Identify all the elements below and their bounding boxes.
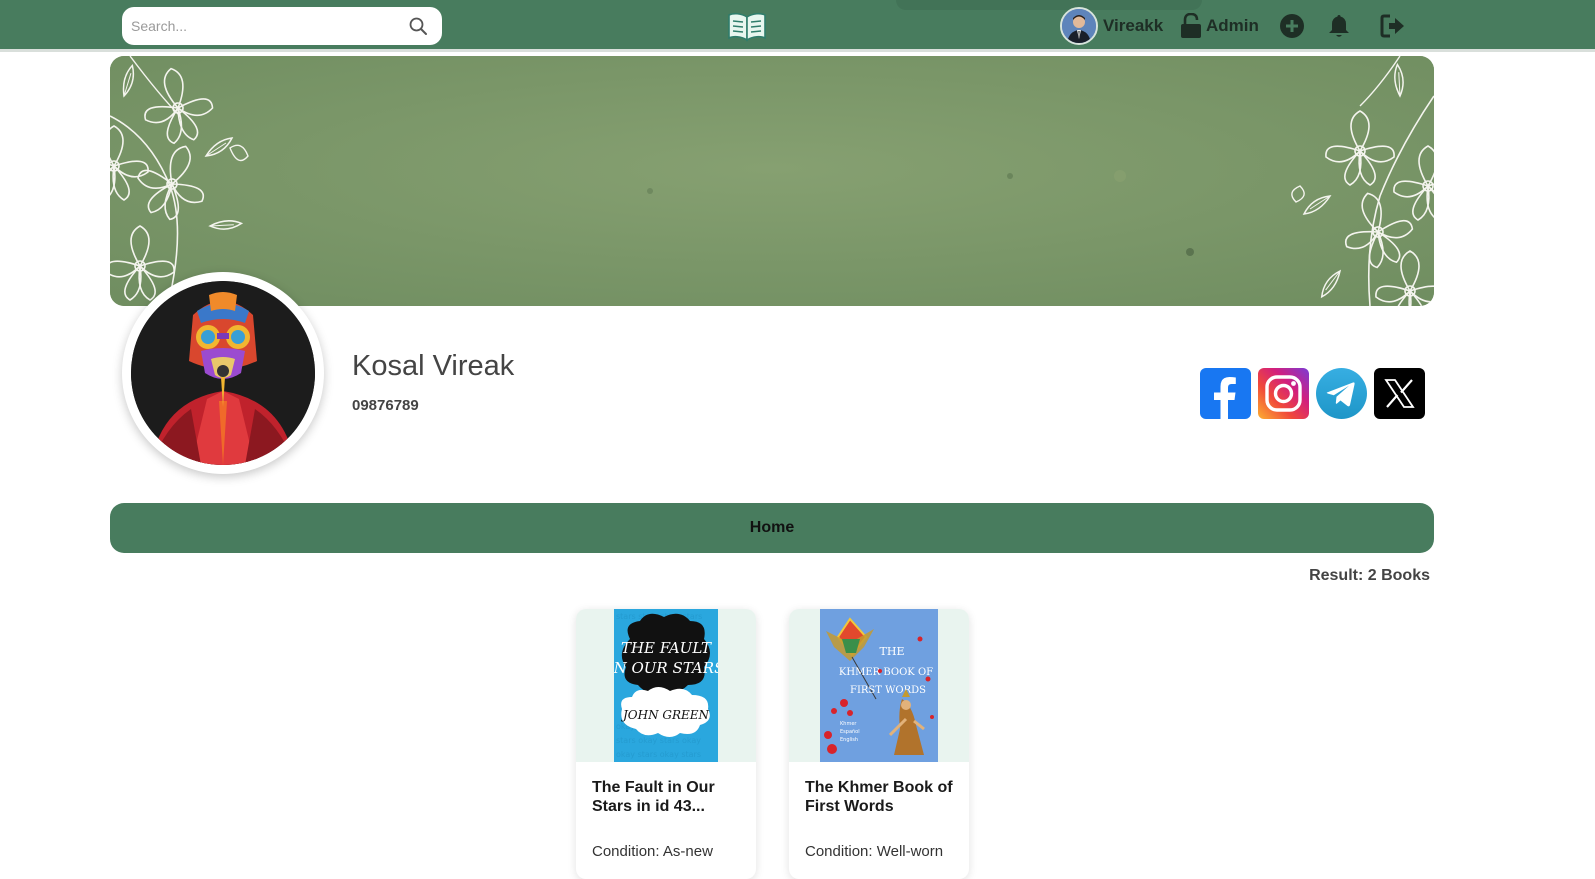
svg-text:okay stars okay stars: okay stars okay stars <box>616 750 701 759</box>
logout-icon[interactable] <box>1380 13 1406 39</box>
svg-text:THE: THE <box>880 645 905 658</box>
book-cover-frame: stars stars stars stars okay okay okay o… <box>576 609 756 762</box>
x-icon[interactable] <box>1374 368 1425 419</box>
book-cover-frame: THE KHMER BOOK OF FIRST WORDS Khmer Espa… <box>789 609 969 762</box>
lock-icon <box>1181 13 1201 38</box>
svg-text:Español: Español <box>840 729 860 735</box>
user-avatar[interactable] <box>1060 7 1098 45</box>
bell-icon[interactable] <box>1326 13 1352 39</box>
book-card[interactable]: THE KHMER BOOK OF FIRST WORDS Khmer Espa… <box>789 609 969 879</box>
svg-text:KHMER BOOK OF: KHMER BOOK OF <box>839 667 933 678</box>
top-navbar: Vireakk Admin <box>0 0 1595 52</box>
admin-link[interactable]: Admin <box>1180 12 1259 40</box>
profile-avatar[interactable] <box>122 272 324 474</box>
book-card[interactable]: stars stars stars stars okay okay okay o… <box>576 609 756 879</box>
search-icon[interactable] <box>408 16 428 36</box>
svg-text:THE FAULT: THE FAULT <box>621 639 712 657</box>
book-condition: Condition: Well-worn <box>805 843 944 860</box>
profile-name: Kosal Vireak <box>352 350 515 382</box>
svg-text:IN OUR STARS: IN OUR STARS <box>614 659 718 677</box>
user-menu[interactable]: Vireakk <box>1060 7 1163 45</box>
result-count: Result: 2 Books <box>1309 567 1430 584</box>
svg-text:Khmer: Khmer <box>840 721 857 727</box>
user-name[interactable]: Vireakk <box>1103 16 1163 36</box>
svg-text:English: English <box>840 737 858 743</box>
svg-text:JOHN GREEN: JOHN GREEN <box>620 708 710 722</box>
profile-avatar-image <box>131 281 315 465</box>
plus-circle-icon[interactable] <box>1279 13 1305 39</box>
book-cover-image[interactable]: THE KHMER BOOK OF FIRST WORDS Khmer Espa… <box>820 609 938 762</box>
facebook-icon[interactable] <box>1200 368 1251 419</box>
book-title[interactable]: The Khmer Book of First Words <box>805 778 961 816</box>
search-input[interactable] <box>122 7 392 45</box>
telegram-icon[interactable] <box>1316 368 1367 419</box>
book-cover-image[interactable]: stars stars stars stars okay okay okay o… <box>614 609 718 762</box>
profile-cover-image <box>110 56 1434 306</box>
admin-label[interactable]: Admin <box>1206 16 1259 36</box>
book-title[interactable]: The Fault in Our Stars in id 43... <box>592 778 748 816</box>
tab-home[interactable]: Home <box>110 503 1434 553</box>
search-box <box>122 7 442 45</box>
profile-tab-bar: Home <box>110 503 1434 553</box>
open-book-icon[interactable] <box>727 11 767 43</box>
book-condition: Condition: As-new <box>592 843 713 860</box>
svg-text:FIRST WORDS: FIRST WORDS <box>850 685 926 696</box>
svg-text:stars okay stars okay: stars okay stars okay <box>616 736 701 745</box>
profile-phone: 09876789 <box>352 397 419 414</box>
instagram-icon[interactable] <box>1258 368 1309 419</box>
